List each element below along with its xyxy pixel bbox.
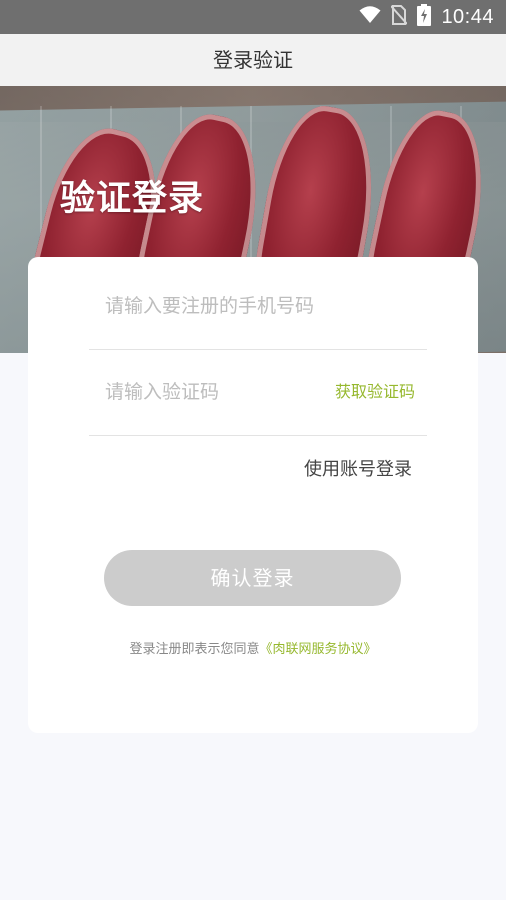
wifi-icon (359, 6, 381, 28)
status-icons: 10:44 (359, 4, 494, 30)
phone-field (89, 263, 427, 350)
clock-time: 10:44 (441, 5, 494, 28)
phone-input[interactable] (105, 263, 335, 349)
verification-code-input[interactable] (105, 349, 305, 435)
account-login-link[interactable]: 使用账号登录 (304, 455, 412, 481)
status-bar: 10:44 (0, 0, 506, 34)
no-sim-icon (390, 5, 409, 29)
page-title: 登录验证 (213, 48, 293, 72)
get-code-button[interactable]: 获取验证码 (335, 349, 415, 435)
login-card: 获取验证码 使用账号登录 确认登录 登录注册即表示您同意《肉联网服务协议》 (28, 257, 478, 733)
agreement-text: 登录注册即表示您同意《肉联网服务协议》 (28, 638, 478, 657)
hero-title: 验证登录 (60, 179, 205, 219)
service-agreement-link[interactable]: 《肉联网服务协议》 (260, 642, 377, 657)
agreement-prefix: 登录注册即表示您同意 (129, 642, 260, 657)
verification-code-field: 获取验证码 (89, 349, 427, 436)
navigation-bar: 登录验证 (0, 34, 506, 87)
confirm-login-button[interactable]: 确认登录 (104, 550, 401, 606)
battery-charging-icon (417, 4, 432, 30)
